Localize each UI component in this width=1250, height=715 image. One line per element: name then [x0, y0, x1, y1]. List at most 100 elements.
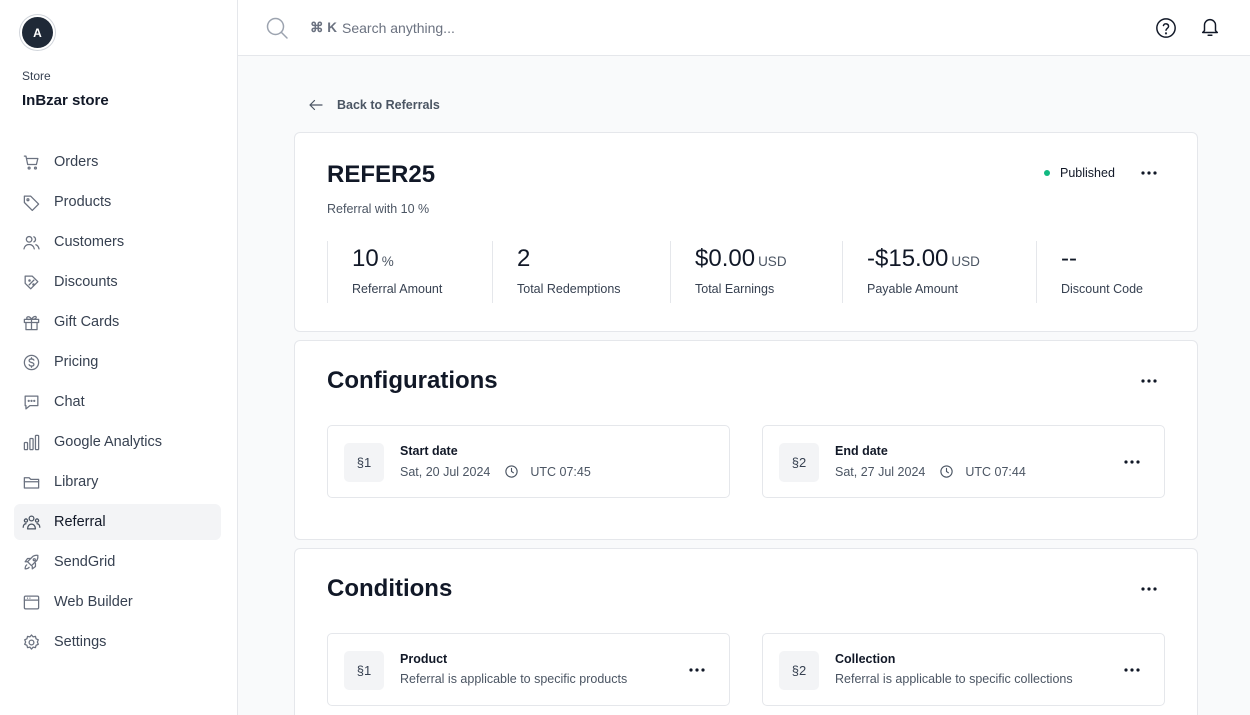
stat-label: Referral Amount — [352, 282, 443, 296]
configurations-title: Configurations — [327, 367, 498, 394]
sidebar-item-library[interactable]: Library — [14, 464, 221, 500]
stat-payable-amount: -$15.00 USD Payable Amount — [842, 241, 1036, 303]
stat-total-earnings: $0.00 USD Total Earnings — [670, 241, 842, 303]
summary-more-button[interactable] — [1138, 162, 1160, 184]
bell-icon[interactable] — [1199, 16, 1221, 38]
sidebar-item-google-analytics[interactable]: Google Analytics — [14, 424, 221, 460]
config-item-title: End date — [835, 444, 888, 458]
sidebar-item-label: Library — [54, 474, 99, 490]
sidebar-item-orders[interactable]: Orders — [14, 144, 221, 180]
config-item-start-date[interactable]: §1 Start date Sat, 20 Jul 2024 UTC 07:45 — [327, 425, 730, 498]
sidebar-item-referral[interactable]: Referral — [14, 504, 221, 540]
clock-icon — [505, 465, 519, 478]
sidebar-item-pricing[interactable]: Pricing — [14, 344, 221, 380]
conditions-more-button[interactable] — [1138, 578, 1160, 600]
clock-icon — [940, 465, 954, 478]
store-avatar[interactable]: A — [22, 17, 53, 48]
back-link-label: Back to Referrals — [337, 98, 440, 112]
config-time: UTC 07:45 — [530, 464, 591, 479]
store-label: Store — [22, 69, 51, 83]
sidebar: A Store InBzar store Orders Products Cus… — [0, 0, 238, 715]
sidebar-item-label: Referral — [54, 514, 106, 530]
more-horizontal-icon — [1141, 171, 1157, 175]
sidebar-item-label: Web Builder — [54, 594, 133, 610]
sidebar-item-chat[interactable]: Chat — [14, 384, 221, 420]
stat-referral-amount: 10% Referral Amount — [327, 241, 492, 303]
tag-icon — [23, 195, 40, 211]
sidebar-item-sendgrid[interactable]: SendGrid — [14, 544, 221, 580]
top-bar: ⌘ K — [238, 0, 1250, 56]
rocket-icon — [24, 554, 39, 569]
config-date: Sat, 20 Jul 2024 — [400, 464, 491, 479]
sidebar-item-label: Settings — [54, 634, 107, 650]
more-horizontal-icon — [1141, 587, 1157, 591]
sidebar-item-label: Discounts — [54, 274, 118, 290]
sidebar-item-customers[interactable]: Customers — [14, 224, 221, 260]
search-input[interactable] — [342, 17, 842, 39]
section-badge: §2 — [779, 443, 819, 482]
config-time: UTC 07:44 — [965, 464, 1026, 479]
config-item-datetime: Sat, 27 Jul 2024 UTC 07:44 — [835, 464, 1026, 479]
config-date: Sat, 27 Jul 2024 — [835, 464, 926, 479]
sidebar-item-products[interactable]: Products — [14, 184, 221, 220]
sidebar-item-gift-cards[interactable]: Gift Cards — [14, 304, 221, 340]
back-to-referrals-link[interactable]: Back to Referrals — [307, 96, 440, 114]
condition-item-description: Referral is applicable to specific produ… — [400, 672, 628, 686]
referral-subtitle: Referral with 10 % — [327, 202, 430, 216]
chat-icon — [24, 395, 39, 409]
config-item-title: Start date — [400, 444, 458, 458]
sidebar-item-discounts[interactable]: Discounts — [14, 264, 221, 300]
product-condition-more-button[interactable] — [686, 659, 708, 681]
config-item-end-date[interactable]: §2 End date Sat, 27 Jul 2024 UTC 07:44 — [762, 425, 1165, 498]
bar-chart-icon — [23, 434, 40, 450]
keyboard-shortcut-hint: ⌘ K — [310, 20, 337, 35]
browser-window-icon — [23, 595, 40, 609]
condition-item-description: Referral is applicable to specific colle… — [835, 672, 1073, 686]
sidebar-item-label: Gift Cards — [54, 314, 120, 330]
collection-condition-more-button[interactable] — [1121, 659, 1143, 681]
stat-value: 10% — [352, 245, 394, 272]
referral-code-title: REFER25 — [327, 161, 436, 188]
stat-total-redemptions: 2 Total Redemptions — [492, 241, 670, 303]
dollar-circle-icon — [23, 354, 40, 370]
sidebar-item-settings[interactable]: Settings — [14, 624, 221, 660]
stat-value: $0.00 USD — [695, 245, 787, 272]
sidebar-nav: Orders Products Customers Discounts Gift… — [14, 144, 221, 664]
sidebar-item-label: Pricing — [54, 354, 99, 370]
more-horizontal-icon — [1124, 668, 1140, 672]
stat-label: Total Redemptions — [517, 282, 621, 296]
more-horizontal-icon — [1141, 379, 1157, 383]
sidebar-item-label: Google Analytics — [54, 434, 163, 450]
referral-users-icon — [22, 515, 41, 529]
section-badge: §1 — [344, 443, 384, 482]
stat-value: -$15.00 USD — [867, 245, 980, 272]
sidebar-item-label: Orders — [54, 154, 99, 170]
referral-stats: 10% Referral Amount 2 Total Redemptions … — [327, 241, 1166, 303]
sidebar-item-web-builder[interactable]: Web Builder — [14, 584, 221, 620]
condition-item-collection[interactable]: §2 Collection Referral is applicable to … — [762, 633, 1165, 706]
sidebar-item-label: Products — [54, 194, 112, 210]
store-name[interactable]: InBzar store — [22, 92, 109, 109]
end-date-more-button[interactable] — [1121, 451, 1143, 473]
configurations-more-button[interactable] — [1138, 370, 1160, 392]
folder-icon — [23, 476, 40, 489]
gear-icon — [24, 633, 39, 650]
stat-label: Discount Code — [1061, 282, 1143, 296]
arrow-left-icon — [309, 99, 323, 111]
stat-label: Total Earnings — [695, 282, 775, 296]
help-icon[interactable] — [1155, 17, 1177, 39]
condition-item-title: Collection — [835, 652, 896, 666]
conditions-card: Conditions §1 Product Referral is applic… — [294, 548, 1198, 715]
stat-discount-code: -- Discount Code — [1036, 241, 1166, 303]
discount-icon — [24, 275, 39, 289]
users-icon — [23, 235, 40, 249]
section-badge: §2 — [779, 651, 819, 690]
configurations-card: Configurations §1 Start date Sat, 20 Jul… — [294, 340, 1198, 540]
sidebar-item-label: SendGrid — [54, 554, 116, 570]
sidebar-item-label: Customers — [54, 234, 125, 250]
status-badge: Published — [1044, 166, 1115, 180]
status-label: Published — [1060, 166, 1115, 180]
more-horizontal-icon — [689, 668, 705, 672]
cart-icon — [23, 155, 39, 170]
condition-item-product[interactable]: §1 Product Referral is applicable to spe… — [327, 633, 730, 706]
